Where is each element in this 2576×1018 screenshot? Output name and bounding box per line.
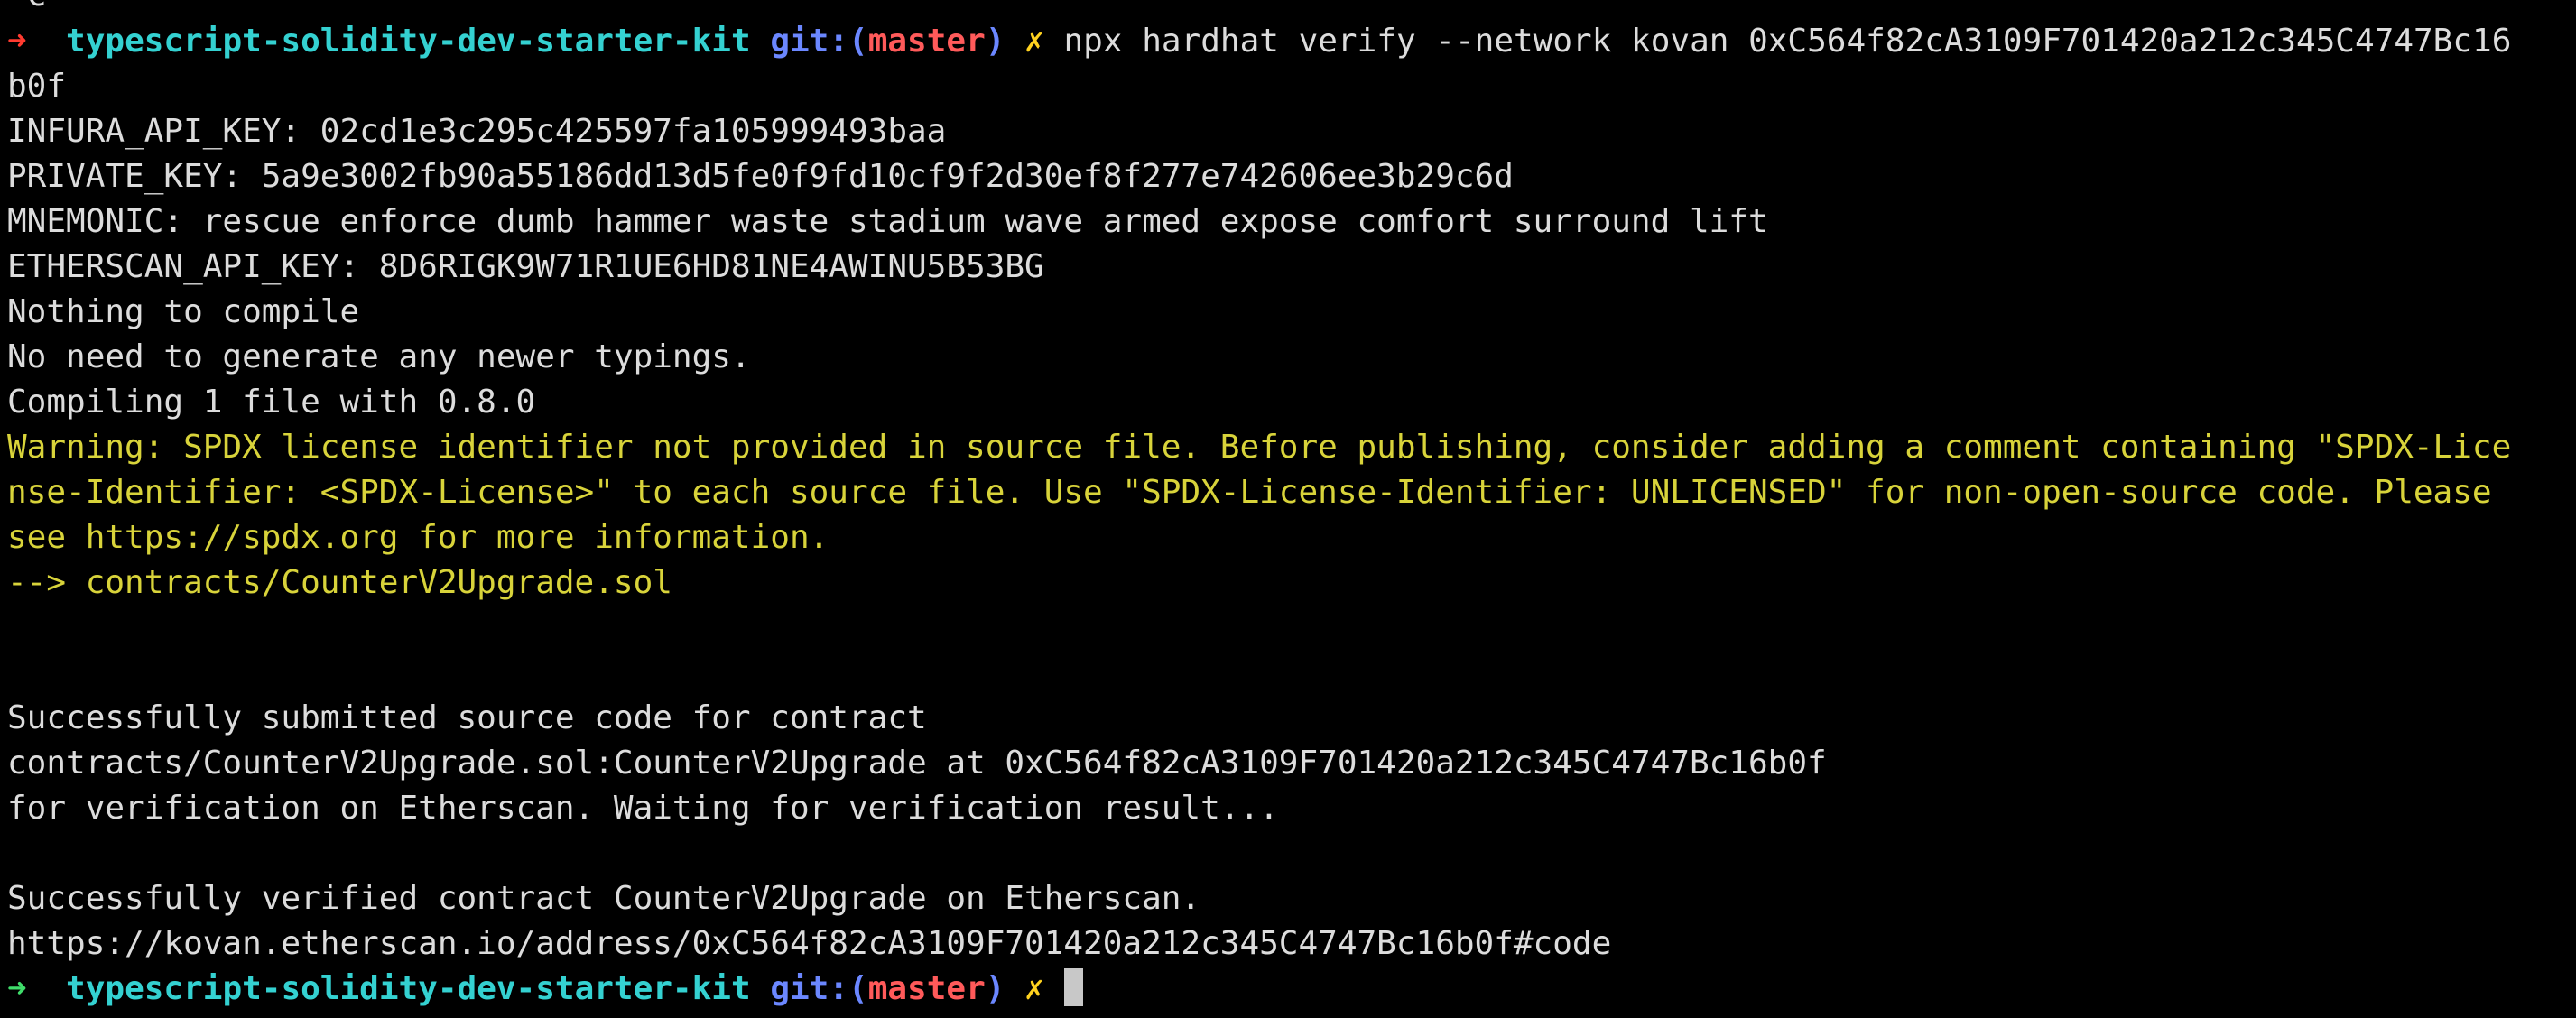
output-line: Nothing to compile (7, 293, 360, 330)
prompt-branch: master (867, 970, 986, 1007)
prompt-arrow-icon: ➜ (7, 970, 27, 1007)
prompt-git-label: git:( (770, 970, 868, 1007)
result-line: for verification on Etherscan. Waiting f… (7, 790, 1279, 827)
result-line: Successfully submitted source code for c… (7, 699, 927, 736)
command-wrap-line: b0f (7, 68, 67, 105)
result-line: Successfully verified contract CounterV2… (7, 880, 1201, 917)
output-line: ETHERSCAN_API_KEY: 8D6RIGK9W71R1UE6HD81N… (7, 248, 1044, 285)
output-line: Compiling 1 file with 0.8.0 (7, 384, 536, 421)
clipped-previous-line: ^C (7, 0, 46, 18)
command-text: npx hardhat verify --network kovan 0xC56… (1063, 23, 2512, 60)
warning-line: nse-Identifier: <SPDX-License>" to each … (7, 474, 2492, 511)
output-line: No need to generate any newer typings. (7, 338, 751, 375)
prompt-arrow-icon: ➜ (7, 23, 27, 60)
prompt-directory: typescript-solidity-dev-starter-kit (66, 970, 751, 1007)
output-line: INFURA_API_KEY: 02cd1e3c295c425597fa1059… (7, 113, 947, 150)
warning-line: --> contracts/CounterV2Upgrade.sol (7, 564, 672, 601)
prompt-directory: typescript-solidity-dev-starter-kit (66, 23, 751, 60)
prompt-git-close: ) (985, 23, 1005, 60)
text-cursor (1063, 968, 1083, 1006)
warning-line: Warning: SPDX license identifier not pro… (7, 429, 2512, 466)
warning-line: see https://spdx.org for more informatio… (7, 519, 829, 556)
output-line: MNEMONIC: rescue enforce dumb hammer was… (7, 203, 1768, 240)
result-line: contracts/CounterV2Upgrade.sol:CounterV2… (7, 745, 1827, 782)
prompt-dirty-icon: ✗ (1024, 970, 1044, 1007)
output-line: PRIVATE_KEY: 5a9e3002fb90a55186dd13d5fe0… (7, 158, 1514, 195)
prompt-branch: master (867, 23, 986, 60)
prompt-git-label: git:( (770, 23, 868, 60)
prompt-dirty-icon: ✗ (1024, 23, 1044, 60)
prompt-git-close: ) (985, 970, 1005, 1007)
prompt-line-final[interactable]: ➜ typescript-solidity-dev-starter-kit gi… (7, 967, 1083, 1012)
prompt-line: ➜ typescript-solidity-dev-starter-kit gi… (7, 19, 2511, 64)
terminal-window[interactable]: ^C ➜ typescript-solidity-dev-starter-kit… (0, 0, 2576, 1018)
result-link-line[interactable]: https://kovan.etherscan.io/address/0xC56… (7, 921, 1611, 967)
